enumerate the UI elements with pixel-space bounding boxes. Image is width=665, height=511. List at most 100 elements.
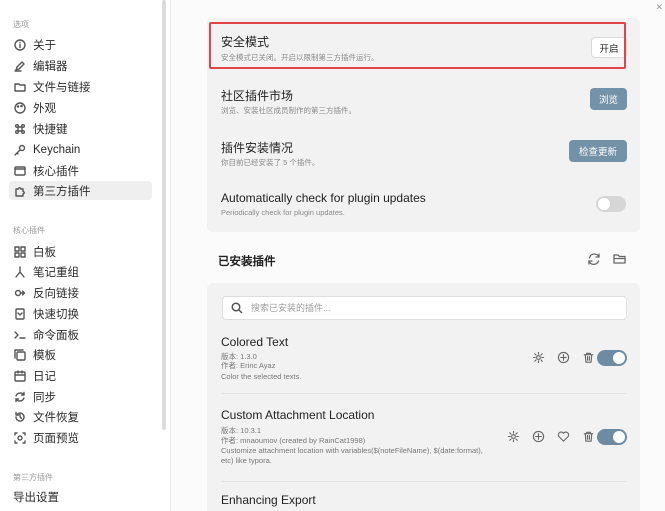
- sidebar-item-label: 导出设置: [13, 491, 59, 504]
- installed-plugins-title: 已安装插件: [218, 256, 276, 268]
- sidebar-item-templates[interactable]: 模板: [9, 345, 152, 364]
- sidebar-item-label: 关于: [33, 39, 56, 52]
- sidebar-item-editor[interactable]: 编辑器: [9, 56, 152, 75]
- switch-icon: [13, 307, 27, 321]
- puzzle-icon: [13, 184, 27, 198]
- plugin-version: 版本: 10.3.1: [221, 426, 262, 435]
- setting-description: Periodically check for plugin updates.: [221, 208, 345, 217]
- grid-icon: [13, 245, 27, 259]
- sidebar-item-page-preview[interactable]: 页面预览: [9, 428, 152, 447]
- pencil-icon: [13, 59, 27, 73]
- check-updates-button[interactable]: 检查更新: [569, 140, 627, 162]
- trash-icon[interactable]: [582, 430, 596, 444]
- toggle-knob: [598, 198, 610, 210]
- plugin-author: 作者: Erinc Ayaz: [221, 361, 276, 370]
- sidebar-item-sync[interactable]: 同步: [9, 387, 152, 406]
- sidebar-item-export-settings[interactable]: 导出设置: [9, 487, 152, 506]
- browse-button[interactable]: 浏览: [590, 88, 627, 110]
- plugin-separator: [221, 393, 626, 394]
- backlink-icon: [13, 286, 27, 300]
- open-folder-icon[interactable]: [613, 252, 627, 266]
- settings-content: ✕ 安全模式 安全模式已关闭。开启以限制第三方插件运行。 开启 社区插件市场 浏…: [171, 0, 665, 511]
- setting-description: 你目前已经安装了 5 个插件。: [221, 158, 320, 167]
- setting-description: 浏览、安装社区成员制作的第三方插件。: [221, 106, 356, 115]
- settings-sidebar: 选项 关于 编辑器 文件与链接 外观 快捷键 Keychain 核心插件 第三方…: [0, 0, 168, 511]
- toggle-knob: [613, 352, 625, 364]
- sidebar-item-label: 文件恢复: [33, 411, 79, 424]
- sidebar-item-about[interactable]: 关于: [9, 35, 152, 54]
- sidebar-scrollbar[interactable]: [162, 0, 166, 430]
- sidebar-item-keychain[interactable]: Keychain: [9, 140, 152, 159]
- palette-icon: [13, 101, 27, 115]
- sidebar-item-label: 白板: [33, 246, 56, 259]
- sidebar-item-community-plugins[interactable]: 第三方插件: [9, 181, 152, 200]
- search-icon: [231, 302, 243, 314]
- setting-title: Automatically check for plugin updates: [221, 191, 426, 205]
- plugin-name: Enhancing Export: [221, 493, 316, 507]
- plugin-enable-toggle[interactable]: [597, 350, 627, 366]
- sidebar-item-label: 同步: [33, 391, 56, 404]
- sidebar-item-label: 核心插件: [33, 165, 79, 178]
- sidebar-item-core-plugins[interactable]: 核心插件: [9, 161, 152, 180]
- sidebar-item-hotkeys[interactable]: 快捷键: [9, 119, 152, 138]
- sidebar-item-label: Keychain: [33, 143, 81, 156]
- calendar-icon: [13, 369, 27, 383]
- plugin-description: Color the selected texts.: [221, 372, 302, 381]
- sidebar-item-label: 编辑器: [33, 60, 68, 73]
- hotkey-plus-icon[interactable]: [532, 430, 546, 444]
- sidebar-item-daily-notes[interactable]: 日记: [9, 366, 152, 385]
- monitor-icon: [13, 164, 27, 178]
- hotkey-plus-icon[interactable]: [557, 351, 571, 365]
- sidebar-item-canvas[interactable]: 白板: [9, 242, 152, 261]
- info-circle-icon: [13, 38, 27, 52]
- safe-mode-highlight: [209, 22, 626, 69]
- setting-install-status: 插件安装情况 你目前已经安装了 5 个插件。 检查更新: [207, 128, 640, 178]
- gear-icon[interactable]: [507, 430, 521, 444]
- plugin-description: Customize attachment location with varia…: [221, 446, 483, 465]
- sidebar-item-note-composer[interactable]: 笔记重组: [9, 262, 152, 281]
- folder-link-icon: [13, 80, 27, 94]
- sidebar-item-label: 日记: [33, 370, 56, 383]
- setting-title: 社区插件市场: [221, 89, 294, 103]
- preview-icon: [13, 431, 27, 445]
- plugin-search-input[interactable]: [251, 303, 611, 313]
- sidebar-item-label: 反向链接: [33, 287, 79, 300]
- sidebar-item-quick-switcher[interactable]: 快速切换: [9, 304, 152, 323]
- sidebar-item-label: 页面预览: [33, 432, 79, 445]
- sidebar-section-options: 选项: [13, 20, 29, 29]
- heart-icon[interactable]: [557, 430, 571, 444]
- gear-icon[interactable]: [532, 351, 546, 365]
- toggle-knob: [613, 431, 625, 443]
- key-icon: [13, 143, 27, 157]
- sidebar-item-label: 外观: [33, 102, 56, 115]
- terminal-icon: [13, 328, 27, 342]
- compose-icon: [13, 265, 27, 279]
- reload-icon[interactable]: [587, 252, 601, 266]
- sidebar-item-file-recovery[interactable]: 文件恢复: [9, 407, 152, 426]
- sidebar-item-appearance[interactable]: 外观: [9, 98, 152, 117]
- plugin-author: 作者: mnaoumov (created by RainCat1998): [221, 436, 366, 445]
- sidebar-item-backlinks[interactable]: 反向链接: [9, 283, 152, 302]
- setting-title: 插件安装情况: [221, 141, 294, 155]
- plugin-search[interactable]: [222, 296, 627, 320]
- plugin-name: Colored Text: [221, 335, 289, 349]
- sidebar-item-label: 快捷键: [33, 123, 68, 136]
- sidebar-item-files-links[interactable]: 文件与链接: [9, 77, 152, 96]
- sidebar-item-label: 模板: [33, 349, 56, 362]
- plugin-enable-toggle[interactable]: [597, 429, 627, 445]
- sidebar-item-label: 文件与链接: [33, 81, 91, 94]
- sidebar-item-label: 命令面板: [33, 329, 79, 342]
- trash-icon[interactable]: [582, 351, 596, 365]
- command-icon: [13, 122, 27, 136]
- sidebar-item-command-palette[interactable]: 命令面板: [9, 325, 152, 344]
- plugin-name: Custom Attachment Location: [221, 408, 375, 422]
- close-icon[interactable]: ✕: [655, 2, 663, 13]
- sidebar-item-label: 第三方插件: [33, 185, 91, 198]
- installed-plugins-list: Colored Text 版本: 1.3.0 作者: Erinc Ayaz Co…: [207, 283, 640, 511]
- sidebar-item-label: 快速切换: [33, 308, 79, 321]
- template-icon: [13, 348, 27, 362]
- sync-icon: [13, 390, 27, 404]
- auto-check-toggle[interactable]: [596, 196, 626, 212]
- setting-community-market: 社区插件市场 浏览、安装社区成员制作的第三方插件。 浏览: [207, 74, 640, 124]
- history-icon: [13, 410, 27, 424]
